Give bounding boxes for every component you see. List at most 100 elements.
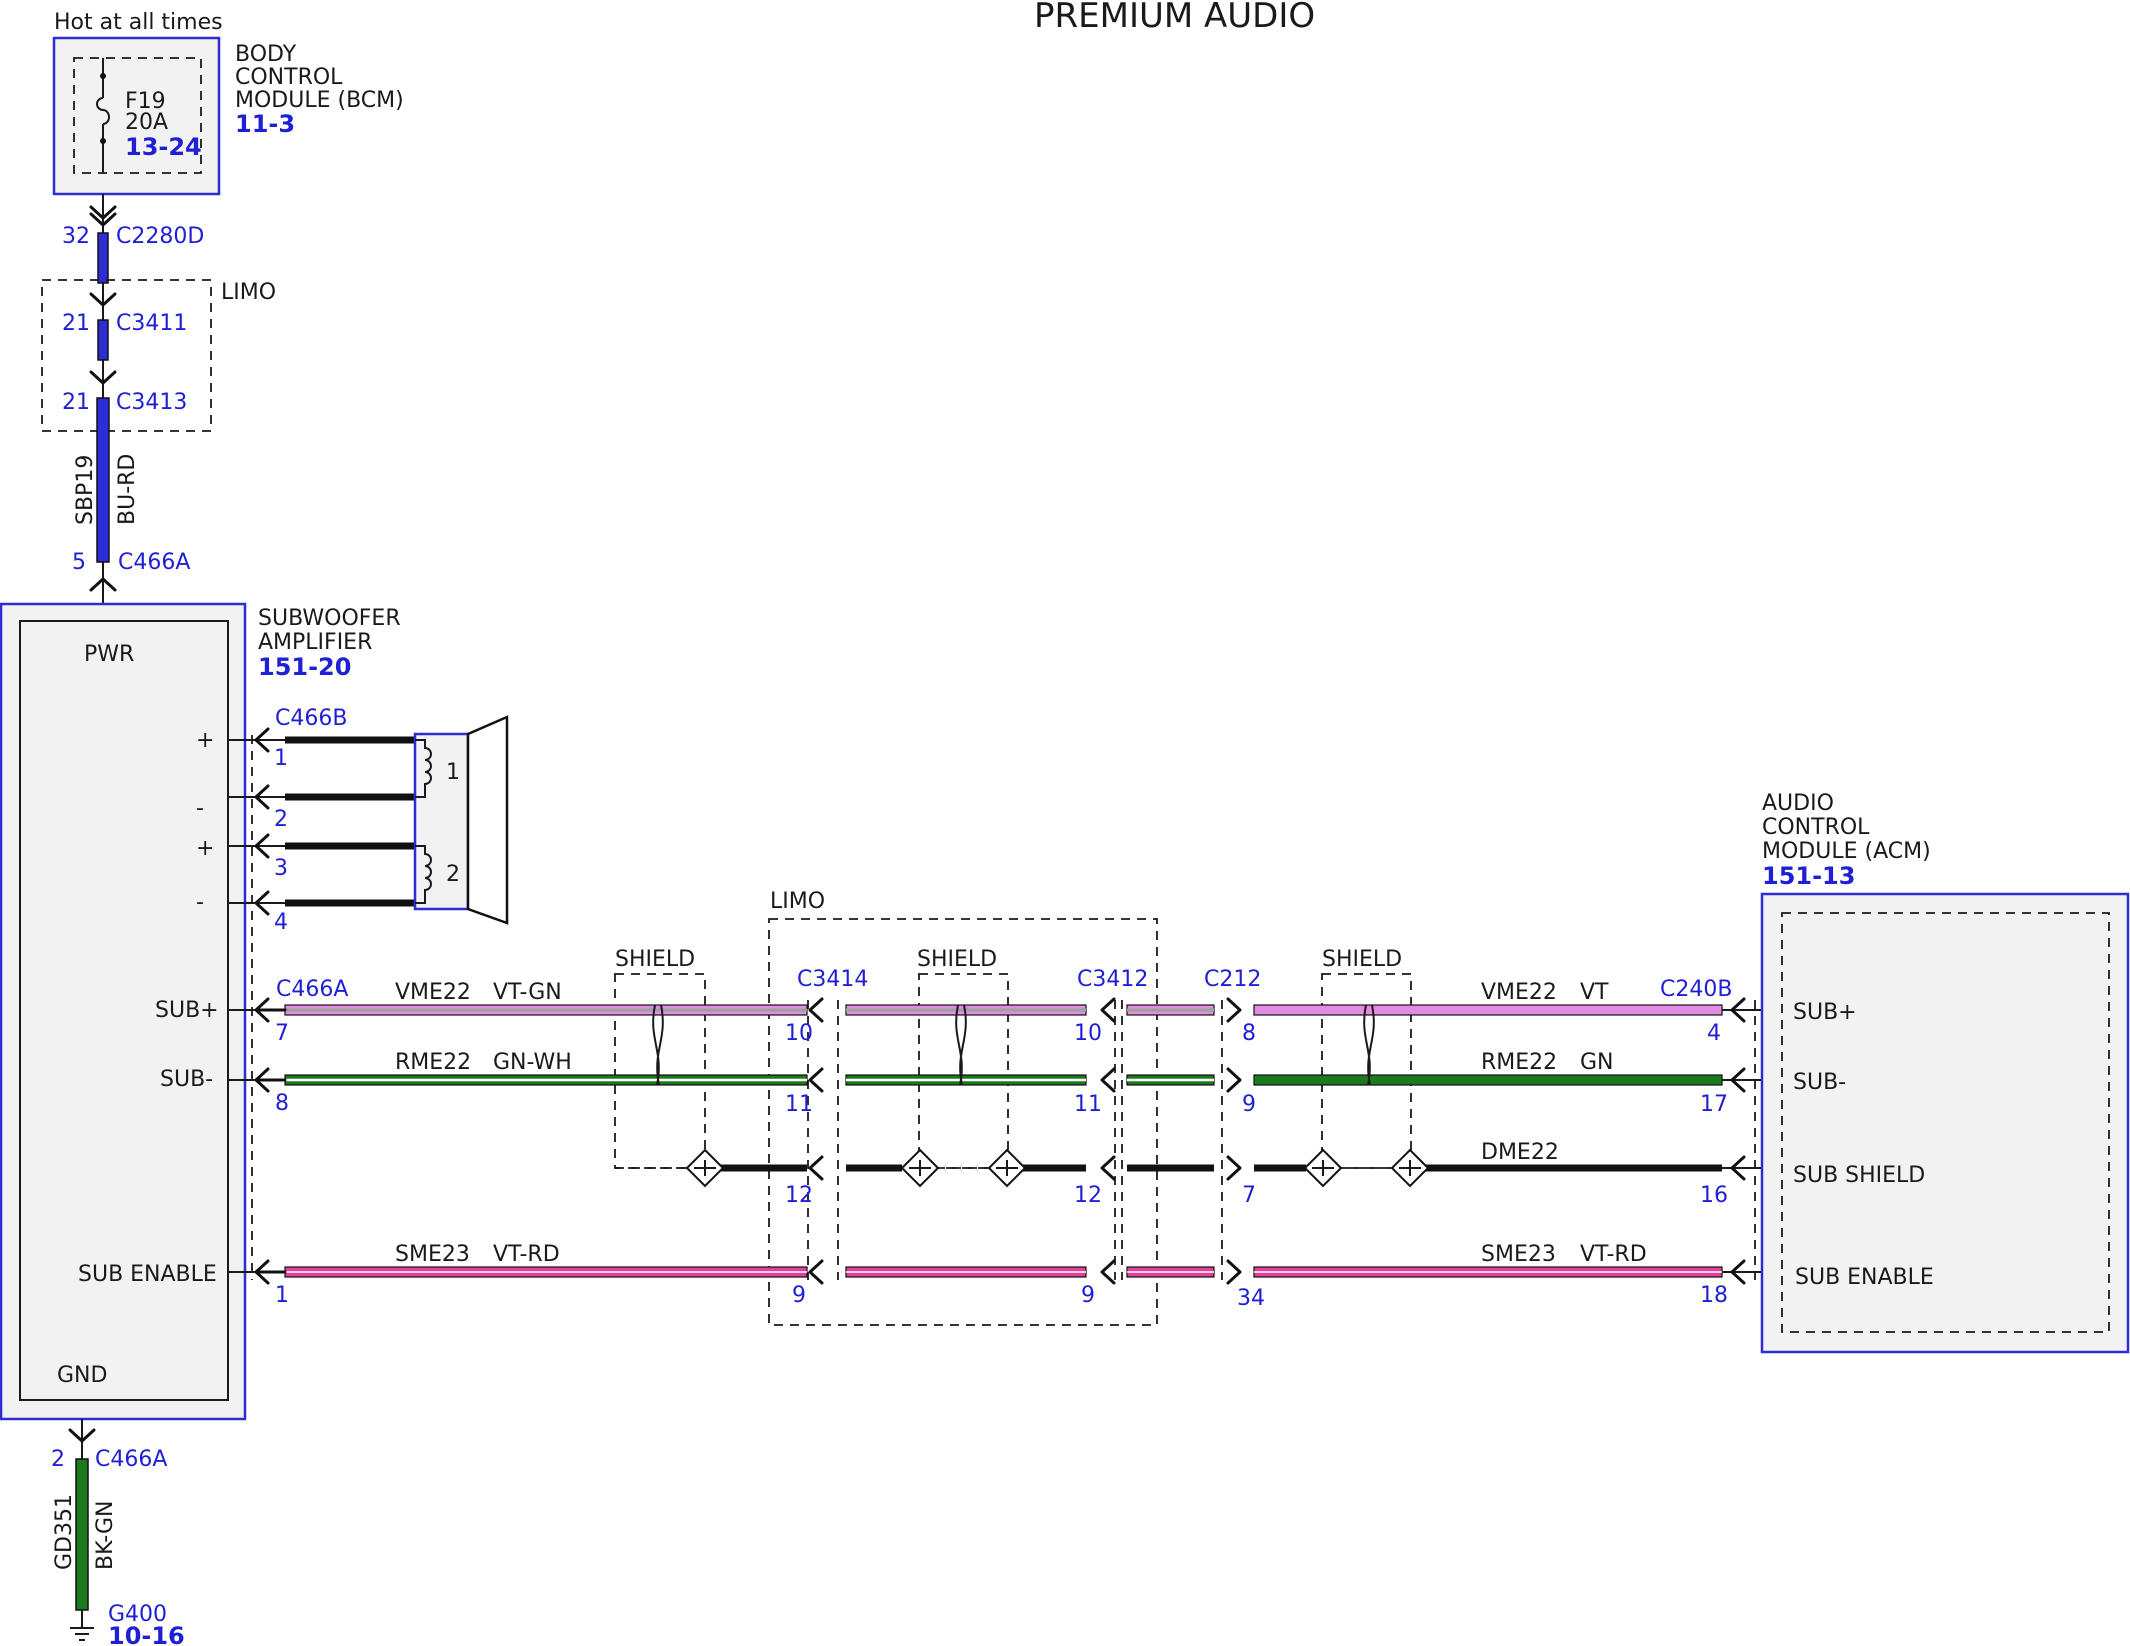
shield-label-3: SHIELD — [1322, 947, 1402, 972]
wiring-diagram: PREMIUM AUDIO Hot at all times F19 20A 1… — [0, 0, 2130, 1646]
page-title: PREMIUM AUDIO — [1034, 0, 1315, 36]
bcm-name-line-2: CONTROL — [235, 65, 343, 90]
sub-plus-right-circuit: VME22 — [1481, 980, 1557, 1005]
c466a-sig-label[interactable]: C466A — [276, 977, 348, 1002]
acm-name-line-1: AUDIO — [1762, 791, 1834, 816]
c466b-pin-2: 2 — [274, 807, 288, 832]
c466a-gnd-label[interactable]: C466A — [95, 1447, 167, 1472]
fuse-rating: 20A — [125, 110, 168, 135]
c2280d-wire-stub — [97, 232, 109, 284]
acm-pin-sub-shield: SUB SHIELD — [1793, 1163, 1925, 1188]
c466a-pwr-label[interactable]: C466A — [118, 550, 190, 575]
c2280d-label[interactable]: C2280D — [116, 224, 204, 249]
c240b-pin-16: 16 — [1700, 1183, 1728, 1208]
shield-box-2 — [918, 973, 1009, 1169]
c240b-pin-17: 17 — [1700, 1092, 1728, 1117]
c3412-label[interactable]: C3412 — [1077, 967, 1148, 992]
c3412-pin-9: 9 — [1081, 1283, 1095, 1308]
c3414-label[interactable]: C3414 — [797, 967, 868, 992]
shield-box-3 — [1321, 973, 1412, 1169]
amp-name-line-1: SUBWOOFER — [258, 606, 401, 631]
fuse-ref-link[interactable]: 13-24 — [125, 133, 202, 161]
shield-box-1 — [614, 973, 706, 1169]
c3412-pin-11: 11 — [1074, 1092, 1102, 1117]
c466a-sig-pin-7: 7 — [275, 1021, 289, 1046]
c3411-wire-stub — [97, 319, 109, 361]
c3414-pin-11: 11 — [785, 1092, 813, 1117]
sub-plus-left-circuit: VME22 — [395, 980, 471, 1005]
sub-minus-right-circuit: RME22 — [1481, 1050, 1557, 1075]
acm-ref-link[interactable]: 151-13 — [1762, 862, 1855, 890]
power-wire-bu-rd[interactable] — [96, 397, 110, 563]
power-wire-color: BU-RD — [115, 454, 140, 525]
twisted-pair-icon — [652, 1004, 1375, 1086]
c3413-pin: 21 — [62, 390, 90, 415]
c240b-pin-18: 18 — [1700, 1283, 1728, 1308]
voice-coil-2-label: 2 — [446, 862, 460, 887]
voice-coil-1-label: 1 — [446, 760, 460, 785]
sub-minus-left-color: GN-WH — [493, 1050, 572, 1075]
acm-name-line-3: MODULE (ACM) — [1762, 839, 1931, 864]
ground-wire-circuit: GD351 — [52, 1494, 77, 1570]
ground-wire-color: BK-GN — [93, 1501, 118, 1570]
c3411-pin: 21 — [62, 311, 90, 336]
limo-label-top: LIMO — [221, 280, 276, 305]
acm-pin-sub-enable: SUB ENABLE — [1795, 1265, 1934, 1290]
c466a-pwr-pin: 5 — [72, 550, 86, 575]
amp-pin-spk-1: + — [196, 728, 214, 753]
speaker-wires[interactable] — [228, 736, 415, 907]
c466b-pin-4: 4 — [274, 910, 288, 935]
c212-pin-9: 9 — [1242, 1092, 1256, 1117]
bcm-ref-link[interactable]: 11-3 — [235, 110, 295, 138]
amp-pin-spk-4: - — [196, 890, 204, 915]
amp-pin-gnd: GND — [57, 1363, 107, 1388]
sub-enable-right-circuit: SME23 — [1481, 1242, 1556, 1267]
c240b-pin-4: 4 — [1707, 1021, 1721, 1046]
acm-name-line-2: CONTROL — [1762, 815, 1870, 840]
sub-minus-right-color: GN — [1580, 1050, 1614, 1075]
shield-right-circuit: DME22 — [1481, 1140, 1559, 1165]
amp-name-line-2: AMPLIFIER — [258, 630, 372, 655]
c212-label[interactable]: C212 — [1204, 967, 1261, 992]
amp-pin-sub-plus: SUB+ — [155, 998, 219, 1023]
sub-plus-wire[interactable] — [228, 1004, 1785, 1016]
amp-pin-sub-enable: SUB ENABLE — [78, 1262, 217, 1287]
subwoofer-speaker-icon[interactable] — [413, 715, 509, 925]
c3412-pin-10: 10 — [1074, 1021, 1102, 1046]
c3411-label[interactable]: C3411 — [116, 311, 187, 336]
acm-pin-sub-minus: SUB- — [1793, 1070, 1846, 1095]
ground-ref-link[interactable]: 10-16 — [108, 1622, 185, 1646]
c3414-pin-10: 10 — [785, 1021, 813, 1046]
sub-enable-right-color: VT-RD — [1580, 1242, 1647, 1267]
c466b-pin-1: 1 — [274, 746, 288, 771]
power-wire-circuit: SBP19 — [73, 455, 98, 525]
c466a-gnd-pin: 2 — [51, 1447, 65, 1472]
acm-pin-sub-plus: SUB+ — [1793, 1000, 1857, 1025]
ground-symbol-icon — [70, 1627, 94, 1641]
power-source-label: Hot at all times — [54, 10, 223, 35]
c466a-sig-pin-8: 8 — [275, 1091, 289, 1116]
sub-plus-left-color: VT-GN — [493, 980, 562, 1005]
amp-pin-spk-2: - — [196, 796, 204, 821]
c3414-pin-12: 12 — [785, 1183, 813, 1208]
sub-minus-left-circuit: RME22 — [395, 1050, 471, 1075]
c466b-label[interactable]: C466B — [275, 706, 347, 731]
c212-pin-8: 8 — [1242, 1021, 1256, 1046]
sub-minus-wire[interactable] — [228, 1074, 1785, 1086]
ground-wire-bk-gn[interactable] — [75, 1458, 89, 1611]
amp-pin-spk-3: + — [196, 836, 214, 861]
sub-enable-left-circuit: SME23 — [395, 1242, 470, 1267]
shield-label-2: SHIELD — [917, 947, 997, 972]
c240b-label[interactable]: C240B — [1660, 977, 1732, 1002]
sub-enable-wire[interactable] — [228, 1266, 1785, 1278]
c3413-label[interactable]: C3413 — [116, 390, 187, 415]
c466b-pin-3: 3 — [274, 856, 288, 881]
limo-label-center: LIMO — [770, 889, 825, 914]
c2280d-pin: 32 — [62, 224, 90, 249]
amp-ref-link[interactable]: 151-20 — [258, 653, 351, 681]
c3414-pin-9: 9 — [792, 1283, 806, 1308]
c212-pin-7: 7 — [1242, 1183, 1256, 1208]
amp-pin-sub-minus: SUB- — [160, 1067, 213, 1092]
bcm-name-line-1: BODY — [235, 42, 297, 67]
c3412-pin-12: 12 — [1074, 1183, 1102, 1208]
